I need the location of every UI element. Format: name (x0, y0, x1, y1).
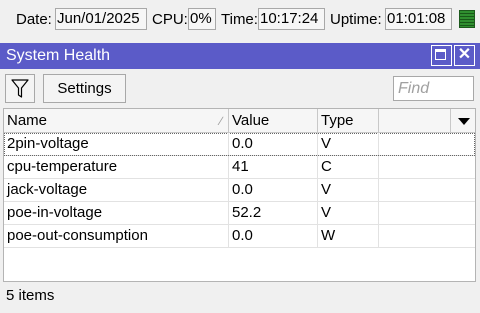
table-row[interactable]: 2pin-voltage 0.0 V (4, 133, 475, 156)
date-label: Date: (16, 11, 52, 28)
column-menu-button[interactable] (451, 109, 475, 133)
toolbar: Settings (0, 69, 480, 107)
uptime-value: 01:01:08 (385, 8, 452, 30)
cell-empty (379, 133, 475, 155)
window-title: System Health (6, 47, 111, 64)
column-header-value[interactable]: Value (229, 109, 318, 133)
close-icon[interactable]: ✕ (454, 45, 475, 66)
cpu-value: 0% (188, 8, 216, 30)
time-value: 10:17:24 (258, 8, 325, 30)
find-input[interactable] (393, 76, 474, 101)
table-header: Name ∕ Value Type (4, 109, 475, 133)
dropdown-arrow-icon (458, 118, 470, 125)
table-row[interactable]: poe-in-voltage 52.2 V (4, 202, 475, 225)
column-header-empty (379, 109, 451, 133)
cell-type: V (318, 202, 379, 224)
window-title-bar[interactable]: System Health ✕ (0, 43, 480, 69)
cpu-label: CPU: (152, 11, 188, 28)
table-row[interactable]: poe-out-consumption 0.0 W (4, 225, 475, 248)
time-label: Time: (221, 11, 258, 28)
filter-button[interactable] (5, 74, 35, 103)
item-count: 5 items (6, 287, 55, 304)
column-header-name[interactable]: Name ∕ (4, 109, 229, 133)
cell-empty (379, 202, 475, 224)
table-body: 2pin-voltage 0.0 V cpu-temperature 41 C … (4, 133, 475, 248)
cell-name: 2pin-voltage (4, 133, 229, 155)
health-table: Name ∕ Value Type 2pin-voltage 0.0 V cpu… (3, 108, 476, 282)
cell-empty (379, 179, 475, 201)
cell-name: jack-voltage (4, 179, 229, 201)
cell-type: V (318, 179, 379, 201)
column-header-type[interactable]: Type (318, 109, 379, 133)
cell-name: poe-out-consumption (4, 225, 229, 247)
cell-name: cpu-temperature (4, 156, 229, 178)
cell-type: W (318, 225, 379, 247)
maximize-icon[interactable] (431, 45, 452, 66)
cell-name: poe-in-voltage (4, 202, 229, 224)
cell-empty (379, 225, 475, 247)
cell-type: V (318, 133, 379, 155)
cell-type: C (318, 156, 379, 178)
cell-value: 0.0 (229, 133, 318, 155)
cell-value: 0.0 (229, 179, 318, 201)
uptime-label: Uptime: (330, 11, 382, 28)
table-row[interactable]: jack-voltage 0.0 V (4, 179, 475, 202)
cell-empty (379, 156, 475, 178)
status-footer: 5 items (0, 283, 480, 313)
table-row[interactable]: cpu-temperature 41 C (4, 156, 475, 179)
cell-value: 52.2 (229, 202, 318, 224)
cell-value: 0.0 (229, 225, 318, 247)
sort-indicator-icon: ∕ (219, 114, 222, 128)
cpu-meter-icon (459, 10, 475, 28)
system-health-window: System Health ✕ Settings Name ∕ Value Ty… (0, 43, 480, 313)
settings-button[interactable]: Settings (43, 74, 126, 103)
cell-value: 41 (229, 156, 318, 178)
date-value: Jun/01/2025 (55, 8, 147, 30)
status-bar: Date: Jun/01/2025 CPU: 0% Time: 10:17:24… (0, 0, 480, 38)
filter-icon (11, 79, 29, 98)
